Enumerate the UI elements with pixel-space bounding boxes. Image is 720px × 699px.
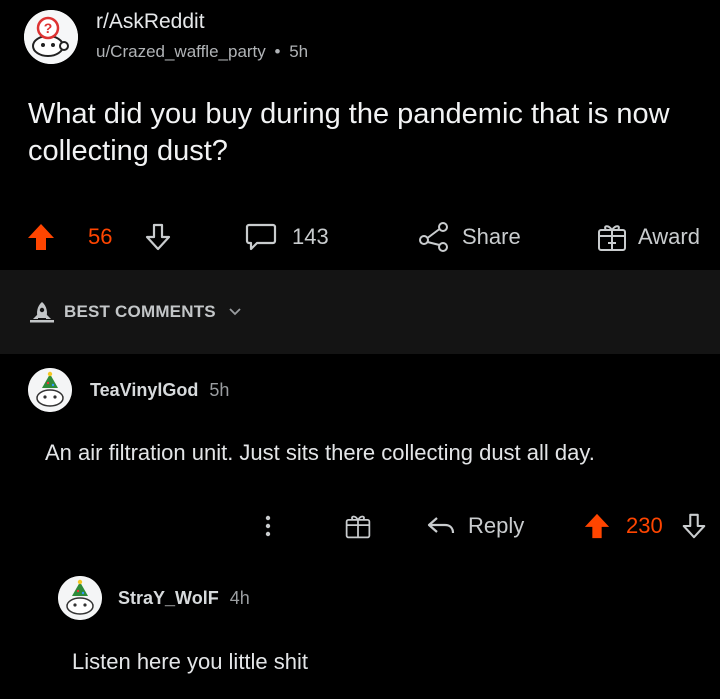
downvote-arrow-icon (145, 223, 171, 251)
award-button[interactable]: Award (596, 210, 700, 264)
upvote-arrow-icon (28, 224, 54, 250)
reply-avatar[interactable] (58, 576, 102, 620)
award-gift-icon (345, 515, 371, 539)
reply-age: 4h (229, 588, 250, 608)
snoo-avatar-icon (28, 368, 72, 412)
rocket-icon (30, 302, 54, 323)
comment-award-button[interactable] (344, 504, 372, 548)
post-age: 5h (289, 42, 309, 61)
comment-age: 5h (209, 380, 230, 400)
reply-meta: StraY_WolF 4h (118, 588, 250, 609)
more-options-button[interactable] (262, 504, 274, 548)
comment-body[interactable]: An air filtration unit. Just sits there … (45, 440, 595, 466)
comment-avatar[interactable] (28, 368, 72, 412)
upvote-count: 56 (88, 224, 113, 249)
reply-body[interactable]: Listen here you little shit (72, 649, 308, 675)
comment-actions: Reply 230 (0, 504, 720, 548)
subreddit-avatar[interactable]: ? (24, 10, 78, 64)
upvote-arrow-icon (584, 513, 610, 539)
reply-arrow-icon (427, 517, 455, 534)
downvote-button[interactable] (143, 210, 173, 264)
reply-username[interactable]: StraY_WolF (118, 588, 219, 608)
reply-button[interactable]: Reply (426, 504, 524, 548)
comment-score: 230 (626, 513, 663, 538)
comment-count: 143 (292, 224, 329, 249)
downvote-arrow-icon (682, 513, 706, 539)
share-label: Share (462, 224, 521, 249)
comment-upvote-button[interactable] (583, 504, 611, 548)
post-meta: u/Crazed_waffle_party • 5h (96, 42, 308, 62)
share-icon (419, 222, 448, 252)
post-author[interactable]: u/Crazed_waffle_party (96, 42, 266, 61)
post-actions: 56 143 Share Award (0, 210, 720, 264)
meta-separator: • (274, 42, 281, 61)
svg-text:?: ? (44, 20, 53, 36)
comment-meta: TeaVinylGod 5h (90, 380, 229, 401)
sort-label: BEST COMMENTS (64, 302, 216, 321)
award-label: Award (638, 224, 700, 249)
askreddit-logo-icon: ? (24, 10, 78, 64)
award-gift-icon (598, 225, 626, 251)
comment-username[interactable]: TeaVinylGod (90, 380, 198, 400)
more-vertical-icon (265, 515, 271, 537)
chevron-down-icon (229, 308, 241, 316)
reply-label: Reply (468, 513, 525, 538)
upvote-button[interactable] (26, 210, 56, 264)
comment-bubble-icon (245, 223, 277, 251)
sort-selector[interactable]: BEST COMMENTS (28, 300, 244, 324)
post-title[interactable]: What did you buy during the pandemic tha… (28, 96, 698, 170)
snoo-avatar-icon (58, 576, 102, 620)
comment-downvote-button[interactable] (680, 504, 708, 548)
share-button[interactable]: Share (416, 210, 521, 264)
subreddit-name[interactable]: r/AskReddit (96, 10, 205, 34)
comments-button[interactable]: 143 (244, 210, 329, 264)
